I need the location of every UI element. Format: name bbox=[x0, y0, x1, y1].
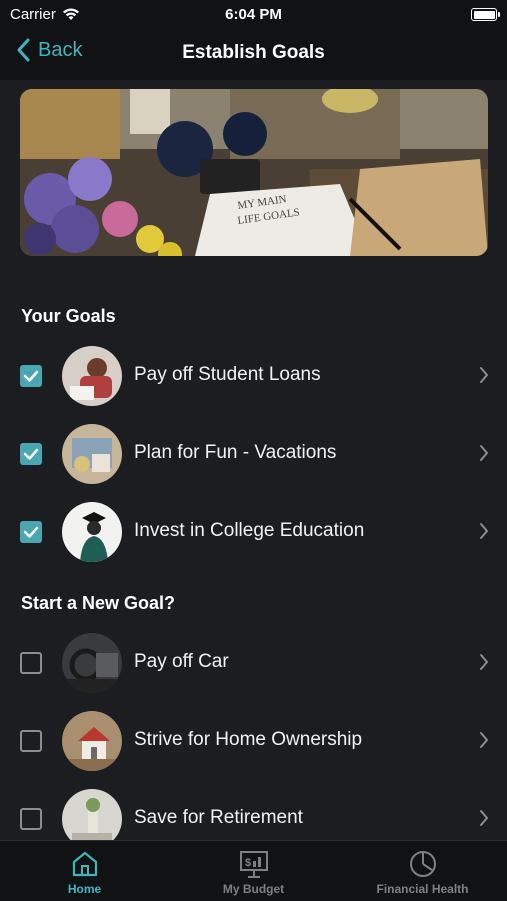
goal-row-home-ownership[interactable]: Strive for Home Ownership bbox=[0, 709, 507, 773]
tab-home[interactable]: Home bbox=[0, 841, 169, 901]
hero-image: MY MAIN LIFE GOALS bbox=[20, 89, 488, 256]
goal-checkbox[interactable] bbox=[20, 443, 42, 465]
goal-label: Strive for Home Ownership bbox=[134, 729, 363, 750]
status-bar: Carrier 6:04 PM bbox=[0, 0, 507, 28]
checkmark-icon bbox=[23, 448, 39, 460]
student-loans-photo bbox=[62, 346, 122, 406]
home-icon bbox=[72, 851, 97, 877]
goal-row-car[interactable]: Pay off Car bbox=[0, 631, 507, 695]
chevron-right-icon bbox=[480, 654, 489, 670]
section-title-new-goal: Start a New Goal? bbox=[21, 593, 176, 613]
goal-checkbox[interactable] bbox=[20, 730, 42, 752]
pie-chart-icon bbox=[409, 851, 436, 877]
chevron-right-icon bbox=[480, 367, 489, 383]
goal-label: Pay off Car bbox=[134, 651, 229, 672]
goal-label: Save for Retirement bbox=[134, 807, 303, 828]
chevron-right-icon bbox=[480, 445, 489, 461]
tab-my-budget[interactable]: $ My Budget bbox=[169, 841, 338, 901]
chevron-right-icon bbox=[480, 732, 489, 748]
checkmark-icon bbox=[23, 370, 39, 382]
budget-chart-icon: $ bbox=[239, 851, 268, 878]
navigation-bar: Back Establish Goals bbox=[0, 28, 507, 80]
tab-label: Financial Health bbox=[376, 882, 469, 896]
goal-row-college-education[interactable]: Invest in College Education bbox=[0, 500, 507, 564]
goal-row-vacations[interactable]: Plan for Fun - Vacations bbox=[0, 422, 507, 486]
goal-label: Invest in College Education bbox=[134, 520, 365, 541]
checkmark-icon bbox=[23, 526, 39, 538]
svg-text:$: $ bbox=[245, 857, 251, 869]
goal-checkbox[interactable] bbox=[20, 521, 42, 543]
section-title-your-goals: Your Goals bbox=[21, 306, 116, 326]
tab-bar: Home $ My Budget Financial Health bbox=[0, 840, 507, 901]
goal-row-student-loans[interactable]: Pay off Student Loans bbox=[0, 344, 507, 408]
vacation-photo bbox=[62, 424, 122, 484]
page-title: Establish Goals bbox=[182, 42, 325, 63]
battery-icon bbox=[471, 8, 500, 21]
chevron-right-icon bbox=[480, 523, 489, 539]
goal-checkbox[interactable] bbox=[20, 652, 42, 674]
graduate-photo bbox=[62, 502, 122, 562]
tab-label: My Budget bbox=[222, 882, 285, 896]
chevron-right-icon bbox=[480, 810, 489, 826]
goal-label: Plan for Fun - Vacations bbox=[134, 442, 337, 463]
goal-checkbox[interactable] bbox=[20, 365, 42, 387]
tab-financial-health[interactable]: Financial Health bbox=[338, 841, 507, 901]
tab-label: Home bbox=[67, 882, 102, 896]
clock: 6:04 PM bbox=[225, 6, 282, 23]
house-photo bbox=[62, 711, 122, 771]
goal-checkbox[interactable] bbox=[20, 808, 42, 830]
car-photo bbox=[62, 633, 122, 693]
goal-label: Pay off Student Loans bbox=[134, 364, 321, 385]
